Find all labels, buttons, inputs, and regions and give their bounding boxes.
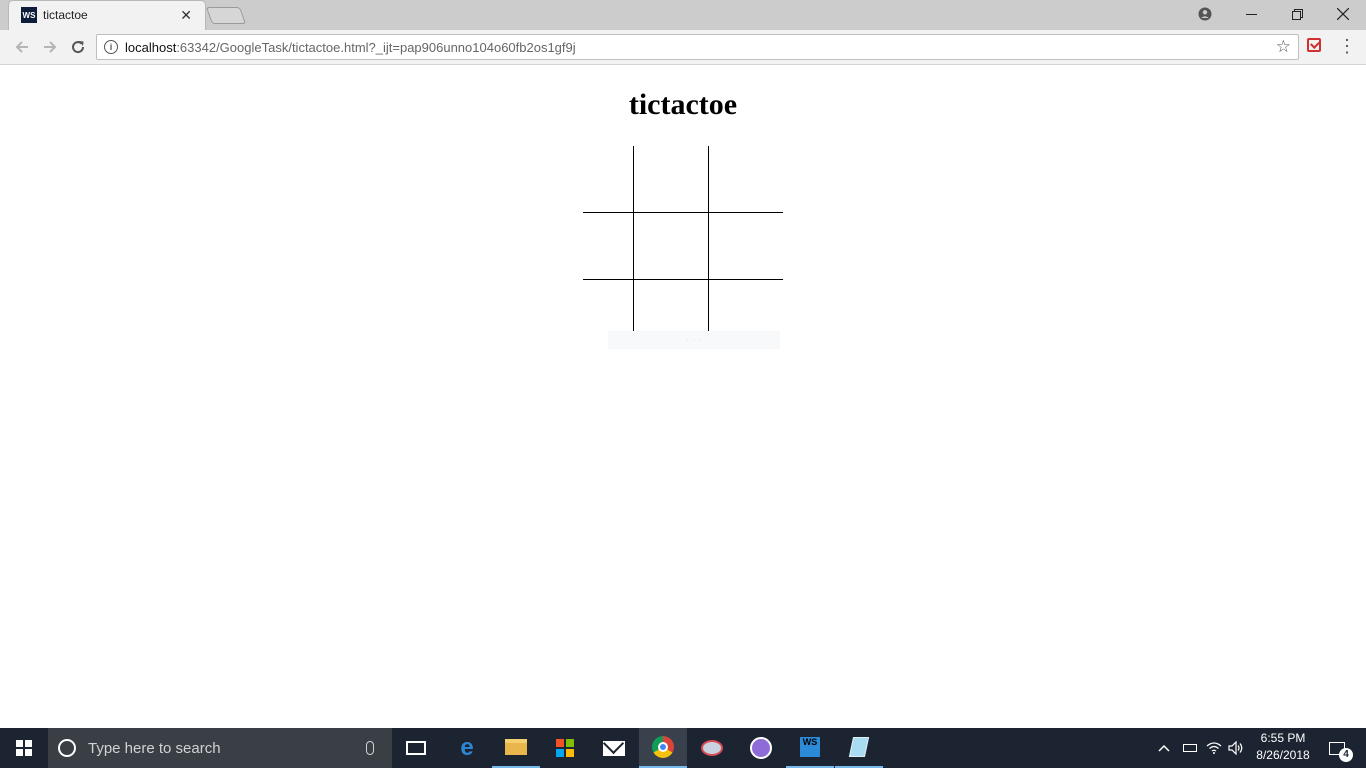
profile-button[interactable] [1182, 0, 1228, 28]
board-cell[interactable] [634, 146, 708, 212]
pocket-extension-icon[interactable] [1307, 38, 1321, 52]
reload-button[interactable] [66, 36, 90, 58]
tab-title: tictactoe [43, 8, 88, 22]
folder-icon [505, 739, 527, 755]
notification-icon: 4 [1329, 741, 1353, 762]
gitkraken-app-button[interactable] [737, 728, 785, 768]
board-grid-line [708, 146, 709, 346]
clock-time: 6:55 PM [1260, 731, 1306, 745]
tab-close-icon[interactable]: ✕ [180, 7, 192, 24]
board-cell[interactable] [583, 213, 633, 279]
board-cell[interactable] [709, 213, 783, 279]
task-view-button[interactable] [392, 728, 440, 768]
board-grid-line [583, 279, 783, 280]
minimize-icon [1245, 13, 1257, 15]
webstorm-favicon-icon: WS [21, 7, 37, 23]
store-icon [556, 739, 574, 757]
webstorm-icon: WS [800, 737, 820, 757]
url-host: localhost [125, 39, 177, 55]
board-cell[interactable] [634, 213, 708, 279]
arrow-right-icon [44, 41, 57, 53]
notepad-app-button[interactable] [835, 728, 883, 768]
forward-button[interactable] [38, 36, 62, 58]
browser-tab-content[interactable]: WS tictactoe ✕ [12, 0, 202, 30]
address-bar[interactable]: i localhost:63342/GoogleTask/tictactoe.h… [96, 34, 1299, 60]
microphone-icon[interactable] [366, 741, 374, 755]
board-cell[interactable] [583, 146, 633, 212]
browser-toolbar: i localhost:63342/GoogleTask/tictactoe.h… [0, 30, 1366, 65]
search-placeholder: Type here to search [88, 739, 221, 757]
mail-app-button[interactable] [590, 728, 638, 768]
window-close-button[interactable] [1320, 0, 1366, 28]
windows-taskbar: Type here to search e WS 6:55 PM 8/26/20… [0, 728, 1366, 768]
webstorm-app-button[interactable]: WS [786, 728, 834, 768]
taskbar-search-box[interactable]: Type here to search [48, 728, 392, 768]
edge-app-button[interactable]: e [443, 728, 491, 768]
restore-button[interactable] [1274, 0, 1320, 28]
store-app-button[interactable] [541, 728, 589, 768]
notepad-icon [848, 737, 870, 757]
minimize-button[interactable] [1228, 0, 1274, 28]
close-icon [1337, 8, 1349, 20]
mail-icon [603, 740, 625, 756]
volume-icon[interactable] [1226, 728, 1246, 768]
arrow-left-icon [15, 41, 28, 53]
action-center-button[interactable]: 4 [1322, 728, 1353, 768]
page-title: tictactoe [628, 88, 738, 121]
board-grid-line [583, 212, 783, 213]
windows-logo-icon [16, 740, 32, 756]
back-button[interactable] [10, 36, 34, 58]
browser-titlebar: WS tictactoe ✕ [0, 0, 1366, 30]
edge-icon: e [460, 734, 474, 761]
chrome-app-button[interactable] [639, 728, 687, 768]
star-icon[interactable]: ☆ [1276, 37, 1291, 57]
file-explorer-button[interactable] [492, 728, 540, 768]
url-path: :63342/GoogleTask/tictactoe.html?_ijt=pa… [176, 39, 576, 55]
paint-icon [701, 740, 723, 756]
address-url[interactable]: localhost:63342/GoogleTask/tictactoe.htm… [125, 40, 576, 55]
chrome-icon [652, 736, 674, 758]
board-cell[interactable] [709, 146, 783, 212]
faint-caption: · · · [608, 331, 780, 349]
wifi-icon[interactable] [1204, 728, 1224, 768]
paint-app-button[interactable] [688, 728, 736, 768]
board-grid-line [633, 146, 634, 346]
gitkraken-icon [750, 737, 772, 759]
new-tab-button[interactable] [205, 7, 247, 24]
taskbar-clock[interactable]: 6:55 PM 8/26/2018 [1250, 730, 1316, 766]
clock-date: 8/26/2018 [1256, 748, 1310, 762]
battery-icon[interactable] [1180, 728, 1200, 768]
restore-icon [1291, 8, 1303, 20]
notification-count-badge: 4 [1339, 747, 1353, 762]
tictactoe-board [583, 146, 783, 346]
profile-icon [1198, 7, 1212, 21]
task-view-icon [406, 741, 426, 755]
info-icon[interactable]: i [104, 40, 118, 54]
chevron-up-icon[interactable] [1154, 728, 1174, 768]
page-content: tictactoe · · · [0, 66, 1366, 728]
kebab-menu-icon[interactable]: ⋮ [1338, 36, 1356, 58]
start-button[interactable] [0, 728, 48, 768]
cortana-icon [58, 739, 76, 757]
reload-icon [72, 41, 85, 54]
